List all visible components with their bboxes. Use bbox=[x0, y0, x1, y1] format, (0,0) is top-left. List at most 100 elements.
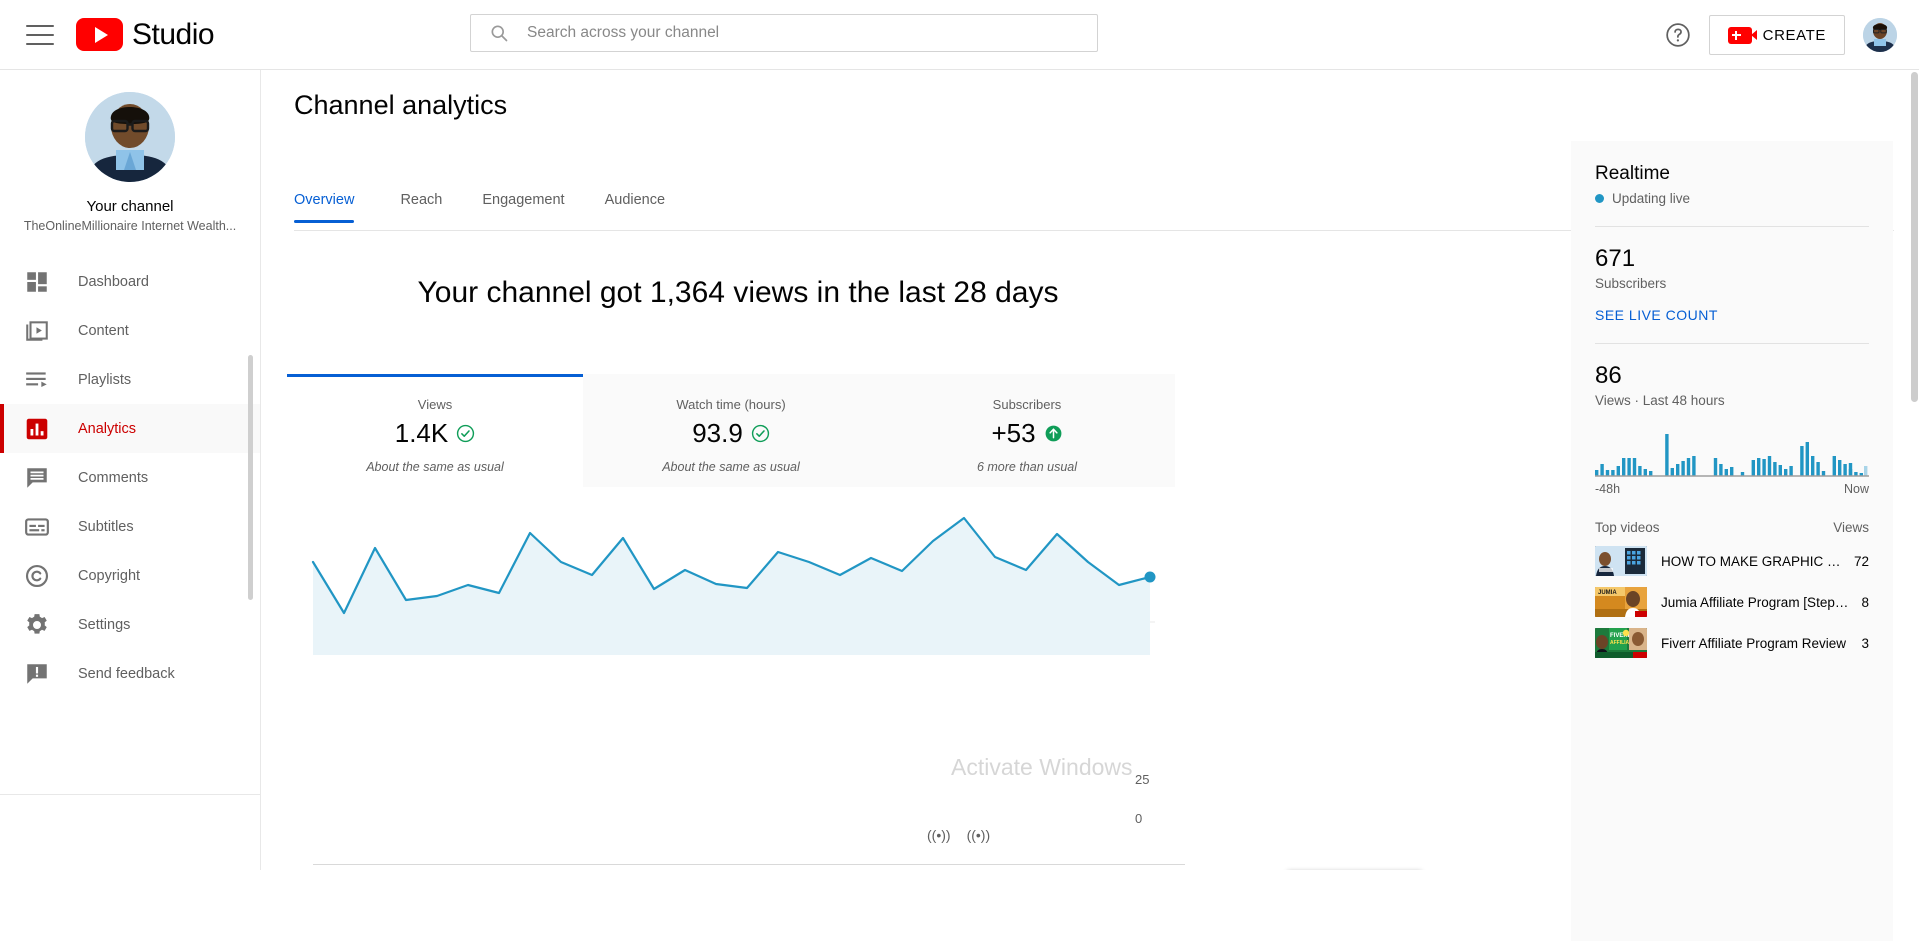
sidebar-item-label: Playlists bbox=[78, 372, 131, 388]
realtime-subscriber-count: 671 bbox=[1595, 245, 1869, 273]
top-navigation-bar: Studio CREATE bbox=[0, 0, 1919, 70]
svg-text:JUMIA: JUMIA bbox=[1598, 590, 1617, 596]
avatar[interactable] bbox=[1863, 18, 1897, 52]
sidebar-item-copyright[interactable]: Copyright bbox=[0, 551, 260, 600]
metric-card-views[interactable]: Views 1.4K About the same as usual bbox=[287, 374, 583, 487]
tab-reach[interactable]: Reach bbox=[380, 192, 462, 223]
top-video-row[interactable]: HOW TO MAKE GRAPHIC DE… 72 bbox=[1595, 546, 1869, 576]
page-scrollbar-thumb[interactable] bbox=[1911, 72, 1918, 402]
y-axis-tick-25: 25 bbox=[1135, 772, 1149, 787]
see-live-count-link[interactable]: SEE LIVE COUNT bbox=[1595, 307, 1869, 323]
metric-label: Watch time (hours) bbox=[583, 397, 879, 412]
page-title: Channel analytics bbox=[294, 90, 507, 121]
sidebar-item-label: Dashboard bbox=[78, 274, 149, 290]
search-input[interactable] bbox=[525, 23, 1045, 43]
metric-value: +53 bbox=[991, 418, 1035, 449]
sidebar-item-label: Analytics bbox=[78, 421, 136, 437]
top-video-row[interactable]: FIVERR AFFILIATE Fiverr Affiliate Progra… bbox=[1595, 628, 1869, 658]
top-videos-header: Top videos Views bbox=[1595, 520, 1869, 535]
sidebar-item-playlists[interactable]: Playlists bbox=[0, 355, 260, 404]
realtime-divider bbox=[1595, 226, 1869, 227]
sidebar-item-label: Comments bbox=[78, 470, 148, 486]
sidebar-scrollbar[interactable] bbox=[248, 355, 253, 600]
realtime-divider bbox=[1595, 343, 1869, 344]
video-thumbnail: JUMIA bbox=[1595, 587, 1647, 617]
channel-title: Your channel bbox=[0, 198, 260, 215]
sidebar-item-label: Copyright bbox=[78, 568, 140, 584]
gear-icon bbox=[24, 612, 50, 638]
youtube-studio-logo[interactable]: Studio bbox=[76, 18, 214, 52]
top-video-row[interactable]: JUMIA Jumia Affiliate Program [Step-… 8 bbox=[1595, 587, 1869, 617]
arrow-up-circle-icon bbox=[1044, 424, 1063, 443]
sparkline-axis-left: -48h bbox=[1595, 482, 1620, 496]
realtime-views-caption: Views · Last 48 hours bbox=[1595, 393, 1869, 408]
page-scrollbar[interactable] bbox=[1909, 70, 1919, 870]
search-icon bbox=[489, 23, 509, 43]
copyright-icon bbox=[24, 563, 50, 589]
sidebar-item-subtitles[interactable]: Subtitles bbox=[0, 502, 260, 551]
video-camera-plus-icon bbox=[1728, 27, 1752, 44]
realtime-sparkline-chart[interactable] bbox=[1595, 426, 1869, 478]
top-video-title: Jumia Affiliate Program [Step-… bbox=[1661, 595, 1861, 610]
video-thumbnail: FIVERR AFFILIATE bbox=[1595, 628, 1647, 658]
metric-value: 1.4K bbox=[395, 418, 449, 449]
live-marker-icon[interactable]: ((•)) bbox=[967, 827, 991, 843]
live-marker-icon[interactable]: ((•)) bbox=[927, 827, 951, 843]
sidebar-item-analytics[interactable]: Analytics bbox=[0, 404, 260, 453]
check-circle-icon bbox=[456, 424, 475, 443]
metric-label: Views bbox=[287, 397, 583, 412]
metric-value-row: +53 bbox=[879, 418, 1175, 449]
realtime-status-label: Updating live bbox=[1612, 191, 1690, 206]
metric-value-row: 93.9 bbox=[583, 418, 879, 449]
create-button-label: CREATE bbox=[1763, 27, 1826, 44]
sidebar-item-comments[interactable]: Comments bbox=[0, 453, 260, 502]
realtime-subscriber-caption: Subscribers bbox=[1595, 276, 1869, 291]
studio-wordmark: Studio bbox=[132, 18, 214, 52]
dashboard-icon bbox=[24, 269, 50, 295]
top-video-title: HOW TO MAKE GRAPHIC DE… bbox=[1661, 554, 1854, 569]
create-button[interactable]: CREATE bbox=[1709, 15, 1845, 55]
activate-windows-watermark: Activate Windows bbox=[951, 754, 1133, 781]
channel-summary[interactable]: Your channel TheOnlineMillionaire Intern… bbox=[0, 70, 260, 233]
tab-overview[interactable]: Overview bbox=[294, 192, 380, 223]
tab-engagement[interactable]: Engagement bbox=[462, 192, 584, 223]
channel-subtitle: TheOnlineMillionaire Internet Wealth... bbox=[0, 219, 260, 233]
realtime-sparkline-svg bbox=[1595, 426, 1869, 478]
sidebar-item-dashboard[interactable]: Dashboard bbox=[0, 257, 260, 306]
sidebar-item-settings[interactable]: Settings bbox=[0, 600, 260, 649]
y-axis-tick-0: 0 bbox=[1135, 811, 1142, 826]
realtime-sparkline-axis: -48h Now bbox=[1595, 482, 1869, 496]
comments-icon bbox=[24, 465, 50, 491]
content-play-icon bbox=[24, 318, 50, 344]
sidebar-item-label: Settings bbox=[78, 617, 130, 633]
channel-avatar[interactable] bbox=[85, 92, 175, 182]
hamburger-menu-icon[interactable] bbox=[26, 25, 54, 45]
check-circle-icon bbox=[751, 424, 770, 443]
metric-value: 93.9 bbox=[692, 418, 743, 449]
metric-note: About the same as usual bbox=[287, 460, 583, 474]
top-video-title: Fiverr Affiliate Program Review bbox=[1661, 636, 1861, 651]
sidebar-item-label: Content bbox=[78, 323, 129, 339]
feedback-icon bbox=[24, 661, 50, 687]
live-status-dot-icon bbox=[1595, 194, 1604, 203]
views-line-chart[interactable]: 25 0 ((•)) ((•)) Jul 19, 2021 Jul 24, 20… bbox=[287, 500, 1187, 715]
metric-card-subscribers[interactable]: Subscribers +53 6 more than usual bbox=[879, 374, 1175, 487]
help-circle-icon[interactable] bbox=[1665, 22, 1691, 48]
sidebar-item-label: Send feedback bbox=[78, 666, 175, 682]
playlists-icon bbox=[24, 367, 50, 393]
realtime-title: Realtime bbox=[1595, 163, 1869, 185]
sidebar: Your channel TheOnlineMillionaire Intern… bbox=[0, 70, 261, 870]
sidebar-item-send-feedback[interactable]: Send feedback bbox=[0, 649, 260, 698]
video-thumbnail bbox=[1595, 546, 1647, 576]
metric-card-watch-time[interactable]: Watch time (hours) 93.9 About the same a… bbox=[583, 374, 879, 487]
sidebar-item-content[interactable]: Content bbox=[0, 306, 260, 355]
realtime-panel: Realtime Updating live 671 Subscribers S… bbox=[1571, 141, 1893, 941]
subtitles-icon bbox=[24, 514, 50, 540]
sidebar-divider bbox=[0, 794, 261, 795]
search-bar[interactable] bbox=[470, 14, 1098, 52]
top-videos-column-title: Top videos bbox=[1595, 520, 1660, 535]
realtime-status: Updating live bbox=[1595, 191, 1869, 206]
tab-audience[interactable]: Audience bbox=[585, 192, 685, 223]
sidebar-nav: Dashboard Content Playlists bbox=[0, 257, 260, 698]
metric-value-row: 1.4K bbox=[287, 418, 583, 449]
